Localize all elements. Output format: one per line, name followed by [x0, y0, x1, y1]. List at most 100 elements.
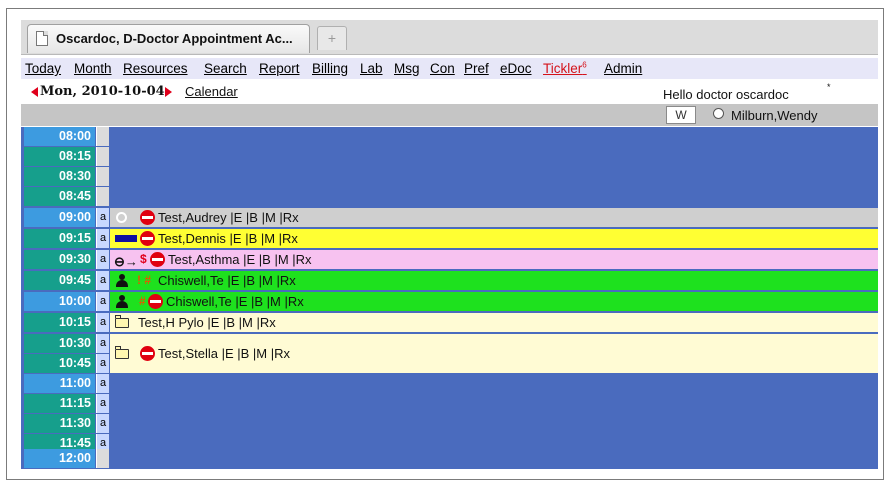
slot-marker[interactable]: a — [96, 394, 109, 413]
new-tab-button[interactable]: + — [317, 26, 347, 50]
menu-bar: Today Month Resources Search Report Bill… — [21, 58, 878, 79]
appointment[interactable]: # Chiswell,Te |E |B |M |Rx — [110, 292, 878, 311]
slot-marker[interactable]: a — [96, 414, 109, 433]
browser-tab[interactable]: Oscardoc, D-Doctor Appointment Ac... — [27, 24, 310, 53]
slot-marker[interactable]: a — [96, 334, 109, 353]
time-slot-label[interactable]: 10:30 — [24, 334, 95, 353]
time-slot-label[interactable]: 11:15 — [24, 394, 95, 413]
provider-name[interactable]: Milburn,Wendy — [731, 108, 817, 123]
current-date: Mon, 2010-10-04 — [40, 84, 165, 99]
time-slot-label[interactable]: 09:45 — [24, 271, 95, 290]
appointment-row: 10:15 a Test,H Pylo |E |B |M |Rx — [21, 313, 878, 333]
menu-edoc[interactable]: eDoc — [500, 61, 532, 76]
status-circle-icon[interactable] — [116, 212, 127, 223]
appointment-row: 09:45 a ! # Chiswell,Te |E |B |M |Rx — [21, 271, 878, 291]
time-slot-label[interactable]: 11:30 — [24, 414, 95, 433]
menu-billing[interactable]: Billing — [312, 61, 348, 76]
slot-marker[interactable] — [96, 167, 109, 186]
time-slot-label[interactable]: 10:00 — [24, 292, 95, 311]
appointment-row: 09:00 a Test,Audrey |E |B |M |Rx — [21, 208, 878, 228]
provider-radio[interactable] — [713, 108, 724, 119]
folder-icon[interactable] — [115, 346, 129, 359]
person-icon[interactable] — [115, 295, 129, 308]
appointment-row: 09:30 a ⊖→ $ Test,Asthma |E |B |M |Rx — [21, 250, 878, 270]
provider-bar: W Milburn,Wendy — [21, 104, 878, 126]
slot-marker[interactable]: a — [96, 208, 109, 227]
appointment-text[interactable]: Test,Asthma |E |B |M |Rx — [168, 250, 312, 269]
slot-marker[interactable]: a — [96, 292, 109, 311]
menu-con[interactable]: Con — [430, 61, 455, 76]
next-day-icon[interactable] — [165, 87, 172, 97]
calendar-link[interactable]: Calendar — [185, 84, 238, 99]
blue-bar-icon[interactable] — [115, 235, 137, 242]
menu-resources[interactable]: Resources — [123, 61, 188, 76]
key-icon[interactable]: ⊖→ — [114, 252, 138, 271]
menu-search[interactable]: Search — [204, 61, 247, 76]
time-slot-row: 08:45 — [21, 187, 878, 207]
slot-marker[interactable] — [96, 187, 109, 206]
time-slot-label[interactable]: 08:15 — [24, 147, 95, 166]
menu-pref[interactable]: Pref — [464, 61, 489, 76]
menu-tickler-label: Tickler — [543, 61, 583, 76]
slot-marker[interactable] — [96, 127, 109, 146]
time-slot-label[interactable]: 12:00 — [24, 449, 95, 468]
menu-msg[interactable]: Msg — [394, 61, 420, 76]
time-slot-label[interactable]: 09:15 — [24, 229, 95, 248]
schedule-grid: 08:00 08:15 08:30 08:45 09:00 a Test,Aud… — [21, 127, 878, 469]
menu-tickler[interactable]: Tickler6 — [543, 61, 587, 76]
time-slot-row: 08:00 — [21, 127, 878, 147]
appointment[interactable]: ! # Chiswell,Te |E |B |M |Rx — [110, 271, 878, 290]
no-show-icon — [150, 252, 165, 267]
greeting-mark: * — [827, 82, 831, 92]
exclamation-icon: ! # — [137, 273, 152, 287]
time-slot-label[interactable]: 09:30 — [24, 250, 95, 269]
menu-admin[interactable]: Admin — [604, 61, 642, 76]
appointment-text[interactable]: Chiswell,Te |E |B |M |Rx — [158, 271, 296, 290]
no-show-icon — [140, 231, 155, 246]
menu-today[interactable]: Today — [25, 61, 61, 76]
menu-report[interactable]: Report — [259, 61, 300, 76]
time-slot-row: 12:00 — [21, 449, 878, 469]
appointment[interactable]: Test,Dennis |E |B |M |Rx — [110, 229, 878, 248]
appointment[interactable]: ⊖→ $ Test,Asthma |E |B |M |Rx — [110, 250, 878, 269]
greeting-text: Hello doctor oscardoc — [663, 87, 789, 102]
appointment-row: 09:15 a Test,Dennis |E |B |M |Rx — [21, 229, 878, 249]
tab-title: Oscardoc, D-Doctor Appointment Ac... — [56, 31, 293, 46]
slot-marker[interactable]: a — [96, 354, 109, 373]
time-slot-label[interactable]: 08:45 — [24, 187, 95, 206]
slot-marker[interactable]: a — [96, 250, 109, 269]
appointment-text[interactable]: Test,Audrey |E |B |M |Rx — [158, 208, 299, 227]
browser-tab-bar: Oscardoc, D-Doctor Appointment Ac... + — [21, 20, 878, 55]
tickler-count-badge: 6 — [582, 60, 587, 70]
appointment[interactable]: Test,Audrey |E |B |M |Rx — [110, 208, 878, 227]
slot-marker[interactable]: a — [96, 374, 109, 393]
week-view-button[interactable]: W — [666, 106, 696, 124]
folder-icon[interactable] — [115, 315, 129, 328]
time-slot-label[interactable]: 09:00 — [24, 208, 95, 227]
time-slot-label[interactable]: 11:00 — [24, 374, 95, 393]
appointment-text[interactable]: Test,H Pylo |E |B |M |Rx — [138, 313, 276, 332]
slot-marker[interactable]: a — [96, 313, 109, 332]
time-slot-label[interactable]: 08:30 — [24, 167, 95, 186]
appointment-text[interactable]: Test,Dennis |E |B |M |Rx — [158, 229, 298, 248]
time-slot-label[interactable]: 10:15 — [24, 313, 95, 332]
time-slot-row: 11:15 a — [21, 394, 878, 414]
appointment[interactable]: Test,Stella |E |B |M |Rx — [110, 334, 878, 373]
appointment-text[interactable]: Chiswell,Te |E |B |M |Rx — [166, 292, 304, 311]
person-icon[interactable] — [115, 274, 129, 287]
time-slot-row: 11:30 a — [21, 414, 878, 434]
slot-marker[interactable]: a — [96, 229, 109, 248]
slot-marker[interactable] — [96, 449, 109, 468]
slot-marker[interactable] — [96, 147, 109, 166]
time-slot-label[interactable]: 10:45 — [24, 354, 95, 373]
no-show-icon — [140, 346, 155, 361]
time-slot-row: 08:30 — [21, 167, 878, 187]
menu-month[interactable]: Month — [74, 61, 112, 76]
menu-lab[interactable]: Lab — [360, 61, 383, 76]
appointment-text[interactable]: Test,Stella |E |B |M |Rx — [158, 334, 290, 373]
appointment-row: 10:00 a # Chiswell,Te |E |B |M |Rx — [21, 292, 878, 312]
slot-marker[interactable]: a — [96, 271, 109, 290]
time-slot-label[interactable]: 08:00 — [24, 127, 95, 146]
previous-day-icon[interactable] — [31, 87, 38, 97]
appointment[interactable]: Test,H Pylo |E |B |M |Rx — [110, 313, 878, 332]
